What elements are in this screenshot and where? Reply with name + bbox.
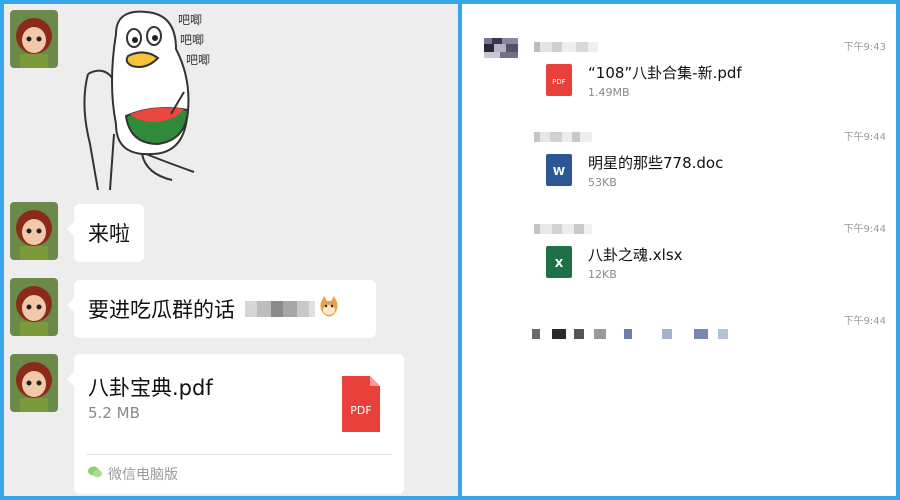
file-name: 八卦宝典.pdf <box>88 376 213 400</box>
file-entry[interactable]: W 明星的那些778.doc 53KB <box>546 154 723 189</box>
sticker-sound-2: 吧唧 <box>180 33 204 47</box>
avatar[interactable] <box>484 38 518 58</box>
avatar[interactable] <box>10 10 58 68</box>
file-message-card[interactable]: 八卦宝典.pdf 5.2 MB PDF 微信电脑版 <box>67 354 404 494</box>
redacted-message <box>532 329 728 341</box>
avatar[interactable] <box>10 278 58 336</box>
file-size: 5.2 MB <box>88 404 140 422</box>
svg-text:PDF: PDF <box>552 78 566 86</box>
right-file-panel: 下午9:43 PDF “108”八卦合集-新.pdf 1.49MB 下午9:44 <box>462 4 896 496</box>
file-name: 八卦之魂.xlsx <box>588 246 683 264</box>
file-size: 12KB <box>588 268 617 281</box>
file-source-label: 微信电脑版 <box>108 467 178 483</box>
message-bubble[interactable]: 要进吃瓜群的话 <box>67 280 376 338</box>
word-file-icon: W <box>546 154 572 186</box>
pdf-file-icon: PDF <box>546 64 572 96</box>
sticker-sound-1: 吧唧 <box>178 13 202 27</box>
avatar[interactable] <box>10 354 58 412</box>
message-text: 要进吃瓜群的话 <box>88 298 235 322</box>
avatar[interactable] <box>10 202 58 260</box>
file-name: “108”八卦合集-新.pdf <box>588 64 742 82</box>
file-name: 明星的那些778.doc <box>588 154 724 172</box>
svg-text:X: X <box>555 257 564 270</box>
sticker-sound-3: 吧唧 <box>186 53 210 67</box>
message-time: 下午9:43 <box>843 42 886 53</box>
message-time: 下午9:44 <box>843 224 886 235</box>
file-entry[interactable]: PDF “108”八卦合集-新.pdf 1.49MB <box>546 64 742 99</box>
svg-text:PDF: PDF <box>350 404 371 417</box>
divider <box>86 454 392 455</box>
redacted-sender-name <box>534 224 592 234</box>
shiba-emoji-icon <box>319 295 339 323</box>
wechat-icon <box>88 466 102 482</box>
duck-sticker[interactable]: 吧唧 吧唧 吧唧 <box>76 4 246 192</box>
redacted-sender-name <box>534 132 592 142</box>
message-time: 下午9:44 <box>843 316 886 327</box>
left-chat-panel: 吧唧 吧唧 吧唧 来啦 要进吃瓜群的话 八卦宝典.pdf 5.2 MB PDF … <box>4 4 458 496</box>
message-bubble[interactable]: 来啦 <box>67 204 144 262</box>
file-source: 微信电脑版 <box>88 464 178 484</box>
file-size: 1.49MB <box>588 86 630 99</box>
message-text: 来啦 <box>88 222 130 246</box>
svg-text:W: W <box>553 165 565 178</box>
message-time: 下午9:44 <box>843 132 886 143</box>
redacted-text <box>245 301 315 317</box>
screenshot-frame: 吧唧 吧唧 吧唧 来啦 要进吃瓜群的话 八卦宝典.pdf 5.2 MB PDF … <box>4 4 896 496</box>
redacted-sender-name <box>534 42 598 52</box>
pdf-file-icon: PDF <box>342 376 380 432</box>
file-size: 53KB <box>588 176 617 189</box>
file-entry[interactable]: X 八卦之魂.xlsx 12KB <box>546 246 683 281</box>
excel-file-icon: X <box>546 246 572 278</box>
